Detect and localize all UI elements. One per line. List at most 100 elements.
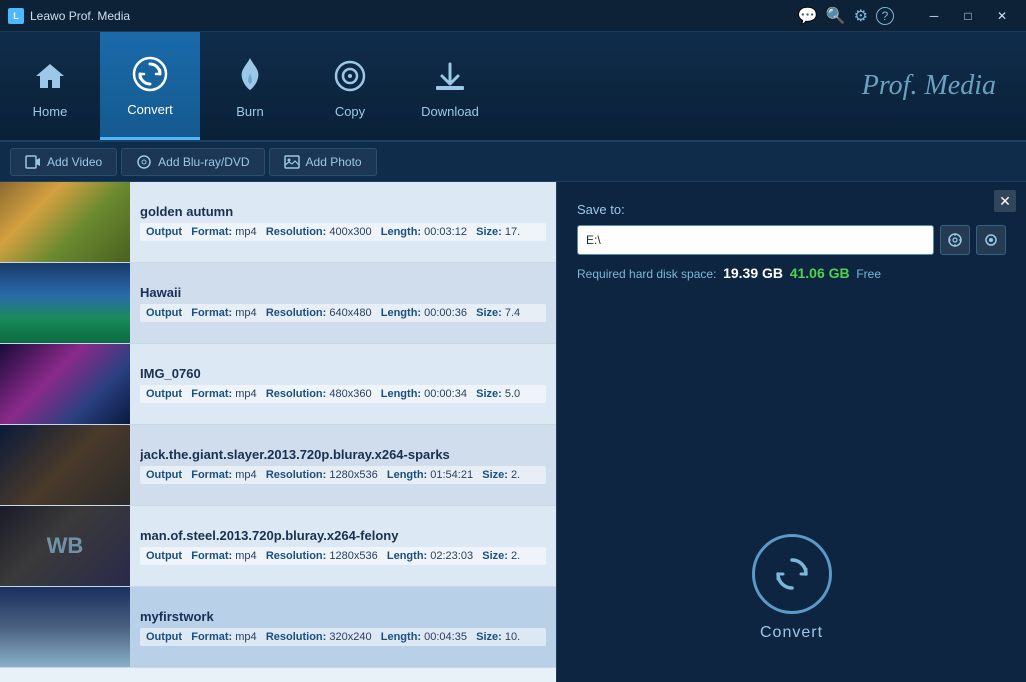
titlebar: L Leawo Prof. Media 💬 🔍 ⚙ ? ─ □ ✕ <box>0 0 1026 32</box>
file-info-3: IMG_0760 Output Format: mp4 Resolution: … <box>130 344 556 424</box>
size-label-1: Size: 17. <box>476 226 520 238</box>
settings-icon[interactable]: ⚙ <box>854 6 868 26</box>
length-label-4: Length: 01:54:21 <box>387 469 473 481</box>
resolution-label-3: Resolution: 480x360 <box>266 388 372 400</box>
add-photo-label: Add Photo <box>306 155 362 169</box>
convert-area: Convert <box>557 297 1026 682</box>
resolution-label-6: Resolution: 320x240 <box>266 631 372 643</box>
panel-close-button[interactable]: ✕ <box>994 190 1016 212</box>
file-item-4[interactable]: jack.the.giant.slayer.2013.720p.bluray.x… <box>0 425 556 506</box>
format-label-5: Format: mp4 <box>191 550 256 562</box>
length-label-2: Length: 00:00:36 <box>381 307 467 319</box>
save-to-section: Save to: E:\ <box>557 182 1026 297</box>
convert-button[interactable] <box>752 534 832 614</box>
add-video-button[interactable]: Add Video <box>10 148 117 176</box>
file-thumb-3 <box>0 344 130 424</box>
burn-icon <box>228 54 272 98</box>
file-thumb-4 <box>0 425 130 505</box>
file-name-5: man.of.steel.2013.720p.bluray.x264-felon… <box>140 528 546 543</box>
app-title: Leawo Prof. Media <box>30 9 130 23</box>
path-select[interactable]: E:\ <box>577 225 934 255</box>
output-label-6: Output <box>146 631 182 643</box>
toolbar-burn[interactable]: Burn <box>200 32 300 140</box>
file-item-2[interactable]: Hawaii Output Format: mp4 Resolution: 64… <box>0 263 556 344</box>
download-label: Download <box>421 104 479 119</box>
file-item-3[interactable]: IMG_0760 Output Format: mp4 Resolution: … <box>0 344 556 425</box>
file-thumb-2 <box>0 263 130 343</box>
add-photo-button[interactable]: Add Photo <box>269 148 377 176</box>
file-name-4: jack.the.giant.slayer.2013.720p.bluray.x… <box>140 447 546 462</box>
size-label-3: Size: 5.0 <box>476 388 520 400</box>
file-name-2: Hawaii <box>140 285 546 300</box>
file-item-1[interactable]: golden autumn Output Format: mp4 Resolut… <box>0 182 556 263</box>
format-label-6: Format: mp4 <box>191 631 256 643</box>
help-icon[interactable]: ? <box>876 7 894 25</box>
logo-text: Prof. Media <box>862 70 996 102</box>
save-to-label: Save to: <box>577 202 1006 217</box>
header-icons: 💬 🔍 ⚙ ? <box>798 6 904 26</box>
size-label-2: Size: 7.4 <box>476 307 520 319</box>
file-name-6: myfirstwork <box>140 609 546 624</box>
file-item-6[interactable]: myfirstwork Output Format: mp4 Resolutio… <box>0 587 556 668</box>
format-label-2: Format: mp4 <box>191 307 256 319</box>
add-bluray-button[interactable]: Add Blu-ray/DVD <box>121 148 264 176</box>
save-to-row: E:\ <box>577 225 1006 255</box>
right-panel: ✕ Save to: E:\ <box>556 182 1026 682</box>
file-thumb-5: WB <box>0 506 130 586</box>
file-name-3: IMG_0760 <box>140 366 546 381</box>
resolution-label-4: Resolution: 1280x536 <box>266 469 378 481</box>
toolbar-copy[interactable]: Copy <box>300 32 400 140</box>
minimize-button[interactable]: ─ <box>918 6 950 26</box>
file-name-1: golden autumn <box>140 204 546 219</box>
length-label-5: Length: 02:23:03 <box>387 550 473 562</box>
convert-label: Convert <box>127 102 173 117</box>
file-info-4: jack.the.giant.slayer.2013.720p.bluray.x… <box>130 425 556 505</box>
output-label-4: Output <box>146 469 182 481</box>
file-item-5[interactable]: WB man.of.steel.2013.720p.bluray.x264-fe… <box>0 506 556 587</box>
file-thumb-1 <box>0 182 130 262</box>
disk-info: Required hard disk space: 19.39 GB 41.06… <box>577 265 1006 281</box>
toolbar-convert[interactable]: Convert <box>100 32 200 140</box>
copy-label: Copy <box>335 104 365 119</box>
titlebar-controls: ─ □ ✕ <box>918 6 1018 26</box>
maximize-button[interactable]: □ <box>952 6 984 26</box>
format-label-3: Format: mp4 <box>191 388 256 400</box>
format-label-4: Format: mp4 <box>191 469 256 481</box>
file-info-1: golden autumn Output Format: mp4 Resolut… <box>130 182 556 262</box>
add-video-icon <box>25 154 41 170</box>
convert-button-label: Convert <box>760 624 823 642</box>
toolbar-home[interactable]: Home <box>0 32 100 140</box>
file-list: golden autumn Output Format: mp4 Resolut… <box>0 182 556 682</box>
convert-icon <box>128 52 172 96</box>
browse-button[interactable] <box>940 225 970 255</box>
add-bluray-label: Add Blu-ray/DVD <box>158 155 249 169</box>
file-meta-1: Output Format: mp4 Resolution: 400x300 L… <box>140 223 546 241</box>
settings-output-button[interactable] <box>976 225 1006 255</box>
titlebar-left: L Leawo Prof. Media <box>8 8 130 24</box>
message-icon[interactable]: 💬 <box>798 6 818 26</box>
app-icon: L <box>8 8 24 24</box>
home-icon <box>28 54 72 98</box>
space-free: 41.06 GB <box>790 265 850 281</box>
length-label-3: Length: 00:00:34 <box>381 388 467 400</box>
add-photo-icon <box>284 154 300 170</box>
toolbar-download[interactable]: Download <box>400 32 500 140</box>
download-icon <box>428 54 472 98</box>
length-label-6: Length: 00:04:35 <box>381 631 467 643</box>
file-meta-2: Output Format: mp4 Resolution: 640x480 L… <box>140 304 546 322</box>
size-label-6: Size: 10. <box>476 631 520 643</box>
output-label-3: Output <box>146 388 182 400</box>
file-meta-3: Output Format: mp4 Resolution: 480x360 L… <box>140 385 546 403</box>
close-button[interactable]: ✕ <box>986 6 1018 26</box>
free-label: Free <box>856 267 881 281</box>
output-label-5: Output <box>146 550 182 562</box>
file-info-2: Hawaii Output Format: mp4 Resolution: 64… <box>130 263 556 343</box>
file-meta-5: Output Format: mp4 Resolution: 1280x536 … <box>140 547 546 565</box>
space-required: 19.39 GB <box>723 265 783 281</box>
resolution-label-2: Resolution: 640x480 <box>266 307 372 319</box>
convert-circle-icon <box>770 552 814 596</box>
home-label: Home <box>33 104 68 119</box>
file-info-6: myfirstwork Output Format: mp4 Resolutio… <box>130 587 556 667</box>
resolution-label-1: Resolution: 400x300 <box>266 226 372 238</box>
search-icon[interactable]: 🔍 <box>826 6 846 26</box>
